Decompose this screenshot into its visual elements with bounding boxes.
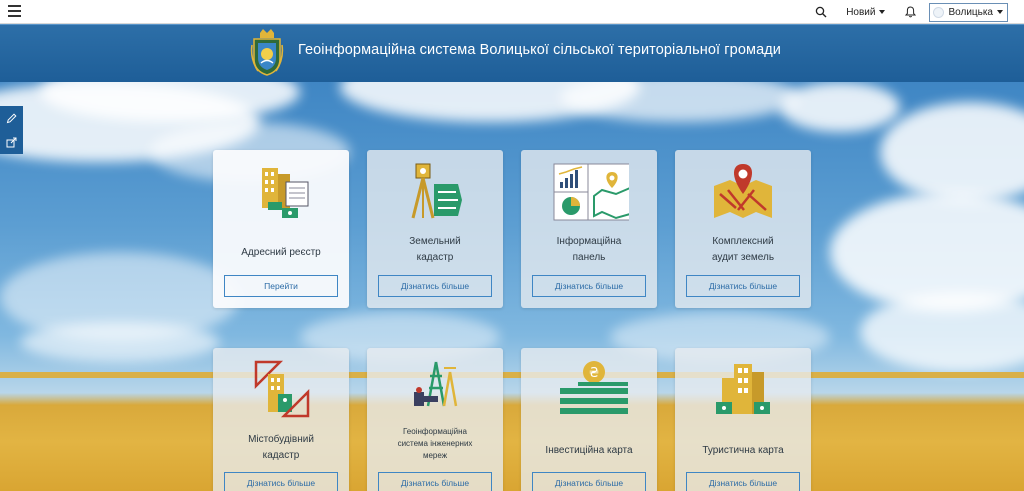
card-address-register[interactable]: Адресний реєстр Перейти	[213, 150, 349, 308]
card-tourist-map[interactable]: Туристична карта Дізнатись більше	[675, 348, 811, 491]
card-title: Інвестиційна карта	[545, 445, 633, 456]
card-investment-map[interactable]: ₴ Інвестиційна карта Дізнатись більше	[521, 348, 657, 491]
land-cadastre-icon	[411, 163, 462, 219]
page-title: Геоінформаційна система Волицької сільсь…	[298, 42, 781, 58]
investment-map-icon: ₴	[560, 361, 628, 414]
address-register-icon	[262, 168, 309, 218]
side-toolbar	[0, 106, 23, 154]
chevron-down-icon	[997, 10, 1003, 14]
learn-more-button[interactable]: Дізнатись більше	[224, 472, 338, 491]
learn-more-button[interactable]: Дізнатись більше	[532, 472, 646, 491]
hero-background	[0, 82, 1024, 491]
hamburger-menu-icon[interactable]	[8, 5, 21, 17]
learn-more-button[interactable]: Дізнатись більше	[686, 275, 800, 297]
top-bar-actions: Новий Волицька	[814, 0, 1008, 24]
card-urban-cadastre[interactable]: Містобудівний кадастр Дізнатись більше	[213, 348, 349, 491]
land-audit-map-icon	[714, 164, 772, 218]
card-title: Містобудівний кадастр	[248, 434, 314, 461]
card-title: Туристична карта	[702, 445, 784, 456]
card-land-audit[interactable]: Комплексний аудит земель Дізнатись більш…	[675, 150, 811, 308]
search-icon[interactable]	[814, 5, 828, 19]
new-content-label: Новий	[846, 6, 876, 18]
avatar	[933, 6, 945, 18]
pencil-icon[interactable]	[5, 111, 19, 125]
new-content-menu[interactable]: Новий	[840, 7, 891, 18]
dashboard-icon	[553, 163, 629, 221]
card-dashboard[interactable]: Інформаційна панель Дізнатись більше	[521, 150, 657, 308]
svg-text:₴: ₴	[589, 366, 599, 381]
bell-icon[interactable]	[903, 5, 917, 19]
user-menu-button[interactable]: Волицька	[929, 2, 1008, 22]
share-icon[interactable]	[5, 135, 19, 149]
card-title: Комплексний аудит земель	[711, 236, 775, 263]
chevron-down-icon	[879, 10, 886, 14]
urban-cadastre-icon	[254, 360, 310, 418]
card-title: Інформаційна панель	[556, 236, 622, 263]
card-title: Геоінформаційна система інженерних мереж	[397, 427, 473, 460]
learn-more-button[interactable]: Дізнатись більше	[686, 472, 800, 491]
learn-more-button[interactable]: Дізнатись більше	[378, 275, 492, 297]
engineering-networks-icon	[414, 361, 458, 407]
card-land-cadastre[interactable]: Земельний кадастр Дізнатись більше	[367, 150, 503, 308]
top-bar: Новий Волицька	[0, 0, 1024, 24]
coat-of-arms-emblem	[250, 29, 284, 76]
site-header: Геоінформаційна система Волицької сільсь…	[0, 25, 1024, 82]
card-title: Земельний кадастр	[409, 236, 461, 263]
learn-more-button[interactable]: Дізнатись більше	[378, 472, 492, 491]
user-name: Волицька	[948, 6, 993, 18]
learn-more-button[interactable]: Дізнатись більше	[532, 275, 646, 297]
tourist-map-icon	[716, 364, 770, 414]
go-button[interactable]: Перейти	[224, 275, 338, 297]
card-title: Адресний реєстр	[241, 247, 321, 258]
card-engineering-networks[interactable]: Геоінформаційна система інженерних мереж…	[367, 348, 503, 491]
